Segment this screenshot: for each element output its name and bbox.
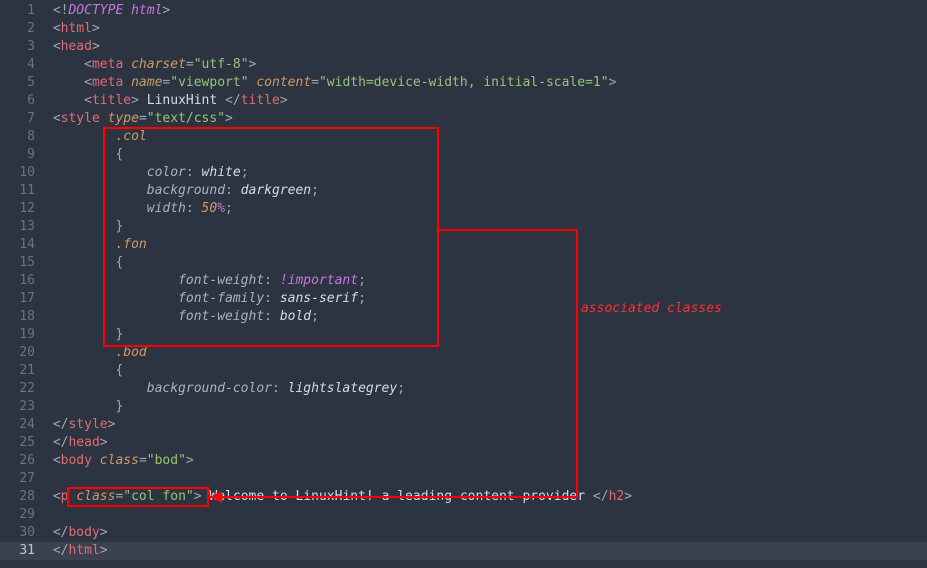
line-number: 11 (0, 182, 45, 200)
line-number: 19 (0, 326, 45, 344)
code-line[interactable]: <body class="bod"> (45, 452, 927, 470)
line-number: 7 (0, 110, 45, 128)
line-number: 20 (0, 344, 45, 362)
code-line[interactable]: <p class="col fon"> Welcome to LinuxHint… (45, 488, 927, 506)
line-number: 22 (0, 380, 45, 398)
line-number: 5 (0, 74, 45, 92)
line-number: 17 (0, 290, 45, 308)
code-line[interactable]: background-color: lightslategrey; (45, 380, 927, 398)
line-number: 3 (0, 38, 45, 56)
code-line[interactable]: </style> (45, 416, 927, 434)
code-line[interactable]: font-weight: !important; (45, 272, 927, 290)
code-line[interactable]: <title> LinuxHint </title> (45, 92, 927, 110)
line-number: 26 (0, 452, 45, 470)
line-number: 13 (0, 218, 45, 236)
line-number: 6 (0, 92, 45, 110)
code-line[interactable]: </body> (45, 524, 927, 542)
code-line[interactable]: .bod (45, 344, 927, 362)
line-number: 31 (0, 542, 45, 560)
line-number-gutter: 1 2 3 4 5 6 7 8 9 10 11 12 13 14 15 16 1… (0, 0, 45, 568)
code-line[interactable]: } (45, 218, 927, 236)
line-number: 1 (0, 2, 45, 20)
line-number: 28 (0, 488, 45, 506)
code-line[interactable]: background: darkgreen; (45, 182, 927, 200)
line-number: 8 (0, 128, 45, 146)
code-area[interactable]: <!DOCTYPE html> <html> <head> <meta char… (45, 0, 927, 568)
line-number: 2 (0, 20, 45, 38)
code-line[interactable]: <!DOCTYPE html> (45, 2, 927, 20)
line-number: 15 (0, 254, 45, 272)
code-line[interactable]: </html> (45, 542, 927, 560)
code-line[interactable]: <style type="text/css"> (45, 110, 927, 128)
line-number: 21 (0, 362, 45, 380)
code-editor[interactable]: 1 2 3 4 5 6 7 8 9 10 11 12 13 14 15 16 1… (0, 0, 927, 568)
line-number: 23 (0, 398, 45, 416)
code-line[interactable]: } (45, 398, 927, 416)
code-line[interactable]: font-family: sans-serif; (45, 290, 927, 308)
line-number: 18 (0, 308, 45, 326)
line-number: 4 (0, 56, 45, 74)
line-number: 16 (0, 272, 45, 290)
code-line[interactable]: <head> (45, 38, 927, 56)
code-line[interactable]: <meta charset="utf-8"> (45, 56, 927, 74)
code-line[interactable]: </head> (45, 434, 927, 452)
line-number: 12 (0, 200, 45, 218)
code-line[interactable]: <meta name="viewport" content="width=dev… (45, 74, 927, 92)
code-line[interactable]: .fon (45, 236, 927, 254)
code-line[interactable]: font-weight: bold; (45, 308, 927, 326)
line-number: 29 (0, 506, 45, 524)
code-line[interactable]: width: 50%; (45, 200, 927, 218)
line-number: 10 (0, 164, 45, 182)
code-line[interactable]: { (45, 362, 927, 380)
code-line[interactable]: } (45, 326, 927, 344)
line-number: 24 (0, 416, 45, 434)
line-number: 27 (0, 470, 45, 488)
code-line[interactable]: <html> (45, 20, 927, 38)
line-number: 14 (0, 236, 45, 254)
code-line[interactable] (45, 506, 927, 524)
code-line[interactable]: { (45, 254, 927, 272)
code-line[interactable]: color: white; (45, 164, 927, 182)
line-number: 25 (0, 434, 45, 452)
line-number: 9 (0, 146, 45, 164)
code-line[interactable]: .col (45, 128, 927, 146)
code-line[interactable] (45, 470, 927, 488)
code-line[interactable]: { (45, 146, 927, 164)
line-number: 30 (0, 524, 45, 542)
